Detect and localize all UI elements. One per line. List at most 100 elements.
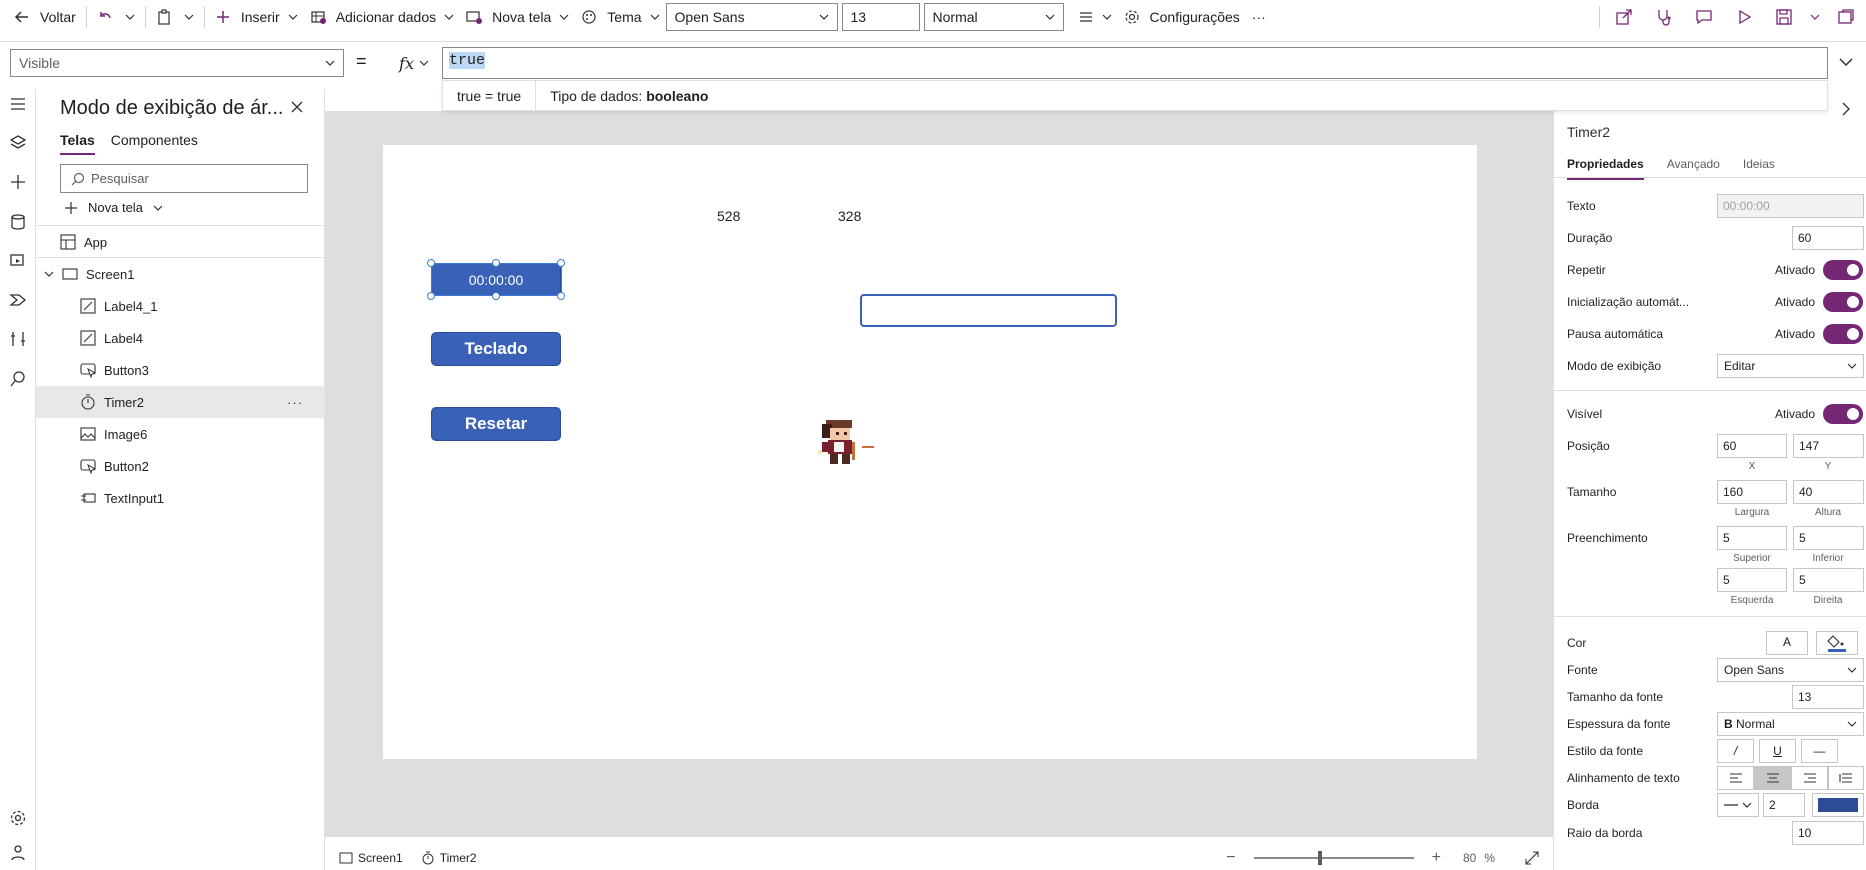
- visible-toggle[interactable]: [1823, 404, 1863, 424]
- new-screen-button[interactable]: Nova tela: [64, 200, 163, 215]
- formula-expand-button[interactable]: [1838, 55, 1854, 71]
- position-x-field[interactable]: 60: [1717, 434, 1787, 458]
- breadcrumb-control[interactable]: Timer2: [421, 851, 477, 865]
- close-icon[interactable]: [290, 100, 304, 114]
- width-field[interactable]: 160: [1717, 480, 1787, 504]
- tree-item-image6[interactable]: Image6: [36, 418, 325, 450]
- tree-item-timer2[interactable]: Timer2 ···: [36, 386, 325, 418]
- underline-button[interactable]: U: [1759, 739, 1796, 763]
- data-icon[interactable]: [9, 213, 27, 231]
- chevron-right-icon[interactable]: [1840, 101, 1852, 117]
- new-screen-button[interactable]: Nova tela: [460, 0, 575, 34]
- font-weight-select[interactable]: B Normal: [1717, 712, 1864, 736]
- teclado-button[interactable]: Teclado: [431, 332, 561, 366]
- zoom-slider[interactable]: [1253, 851, 1414, 865]
- italic-button[interactable]: /: [1717, 739, 1754, 763]
- power-automate-icon[interactable]: [9, 291, 27, 309]
- add-data-button[interactable]: Adicionar dados: [304, 0, 460, 34]
- layers-icon[interactable]: [9, 134, 27, 152]
- autopause-toggle[interactable]: [1823, 324, 1863, 344]
- paste-dropdown[interactable]: [178, 0, 200, 34]
- strikethrough-button[interactable]: —: [1801, 739, 1838, 763]
- undo-dropdown[interactable]: [119, 0, 141, 34]
- property-select[interactable]: Visible: [10, 49, 344, 77]
- screen1-canvas[interactable]: [383, 145, 1477, 759]
- theme-button[interactable]: Tema: [575, 0, 665, 34]
- font-size-input[interactable]: 13: [841, 3, 920, 31]
- tree-item-label4[interactable]: Label4: [36, 322, 325, 354]
- fill-color-picker[interactable]: [1816, 631, 1858, 655]
- padding-bottom-field[interactable]: 5: [1793, 526, 1864, 550]
- label4-1-control[interactable]: 528: [717, 208, 740, 224]
- tree-item-button2[interactable]: Button2: [36, 450, 325, 482]
- resetar-button[interactable]: Resetar: [431, 407, 561, 441]
- settings-button[interactable]: Configurações: [1118, 0, 1246, 34]
- pixel-character-image[interactable]: [814, 418, 886, 478]
- position-y-field[interactable]: 147: [1793, 434, 1864, 458]
- tree-item-screen1[interactable]: Screen1: [36, 258, 325, 290]
- resize-handle[interactable]: [492, 259, 500, 267]
- variables-icon[interactable]: [9, 330, 27, 348]
- share-button[interactable]: [1604, 0, 1644, 34]
- tab-components[interactable]: Componentes: [111, 132, 198, 155]
- plus-icon[interactable]: [9, 173, 27, 191]
- zoom-in-button[interactable]: +: [1432, 849, 1441, 867]
- zoom-slider-thumb[interactable]: [1317, 851, 1322, 865]
- padding-top-field[interactable]: 5: [1717, 526, 1787, 550]
- search-icon[interactable]: [9, 370, 27, 388]
- breadcrumb-screen[interactable]: Screen1: [339, 851, 403, 865]
- border-width-field[interactable]: 2: [1763, 793, 1805, 817]
- fx-button[interactable]: fx: [394, 49, 434, 77]
- align-right-button[interactable]: [1791, 766, 1828, 790]
- hamburger-icon[interactable]: [9, 95, 27, 113]
- font-select[interactable]: Open Sans: [1717, 658, 1864, 682]
- resize-handle[interactable]: [557, 292, 565, 300]
- resize-handle[interactable]: [427, 292, 435, 300]
- paste-button[interactable]: [150, 0, 178, 34]
- preview-button[interactable]: [1724, 0, 1764, 34]
- publish-button[interactable]: [1826, 0, 1866, 34]
- formula-input[interactable]: true: [442, 47, 1828, 79]
- border-style-select[interactable]: [1717, 793, 1759, 817]
- border-color-picker[interactable]: [1812, 793, 1864, 817]
- zoom-out-button[interactable]: −: [1226, 849, 1235, 867]
- save-button[interactable]: [1764, 0, 1804, 34]
- virtual-agent-icon[interactable]: [9, 844, 27, 862]
- tab-screens[interactable]: Telas: [60, 132, 95, 155]
- padding-left-field[interactable]: 5: [1717, 568, 1787, 592]
- font-weight-select[interactable]: Normal: [923, 3, 1064, 31]
- gear-icon[interactable]: [9, 809, 27, 827]
- textinput1-control[interactable]: [860, 294, 1117, 327]
- resize-handle[interactable]: [557, 259, 565, 267]
- tree-item-app[interactable]: App: [36, 226, 325, 258]
- resize-handle[interactable]: [492, 292, 500, 300]
- align-center-button[interactable]: [1754, 766, 1791, 790]
- display-mode-select[interactable]: Editar: [1717, 354, 1864, 378]
- more-options-icon[interactable]: ···: [287, 395, 303, 410]
- padding-right-field[interactable]: 5: [1793, 568, 1864, 592]
- undo-button[interactable]: [91, 0, 119, 34]
- more-button[interactable]: ···: [1246, 0, 1272, 34]
- border-radius-field[interactable]: 10: [1792, 821, 1864, 845]
- align-button[interactable]: [1068, 0, 1118, 34]
- autostart-toggle[interactable]: [1823, 292, 1863, 312]
- text-color-picker[interactable]: A: [1766, 631, 1808, 655]
- tree-item-label4-1[interactable]: Label4_1: [36, 290, 325, 322]
- font-family-select[interactable]: Open Sans: [665, 3, 838, 31]
- align-left-button[interactable]: [1717, 766, 1754, 790]
- repeat-toggle[interactable]: [1823, 260, 1863, 280]
- height-field[interactable]: 40: [1793, 480, 1864, 504]
- comments-button[interactable]: [1684, 0, 1724, 34]
- search-input[interactable]: Pesquisar: [60, 164, 308, 193]
- align-justify-button[interactable]: [1828, 766, 1864, 790]
- insert-button[interactable]: Inserir: [209, 0, 304, 34]
- font-size-field[interactable]: 13: [1792, 685, 1864, 709]
- duration-field[interactable]: 60: [1792, 226, 1864, 250]
- app-checker-button[interactable]: [1644, 0, 1684, 34]
- tree-item-textinput1[interactable]: TextInput1: [36, 482, 325, 514]
- fit-to-window-icon[interactable]: [1525, 851, 1539, 865]
- media-icon[interactable]: [9, 252, 27, 270]
- resize-handle[interactable]: [427, 259, 435, 267]
- label4-control[interactable]: 328: [838, 208, 861, 224]
- save-dropdown[interactable]: [1804, 0, 1826, 34]
